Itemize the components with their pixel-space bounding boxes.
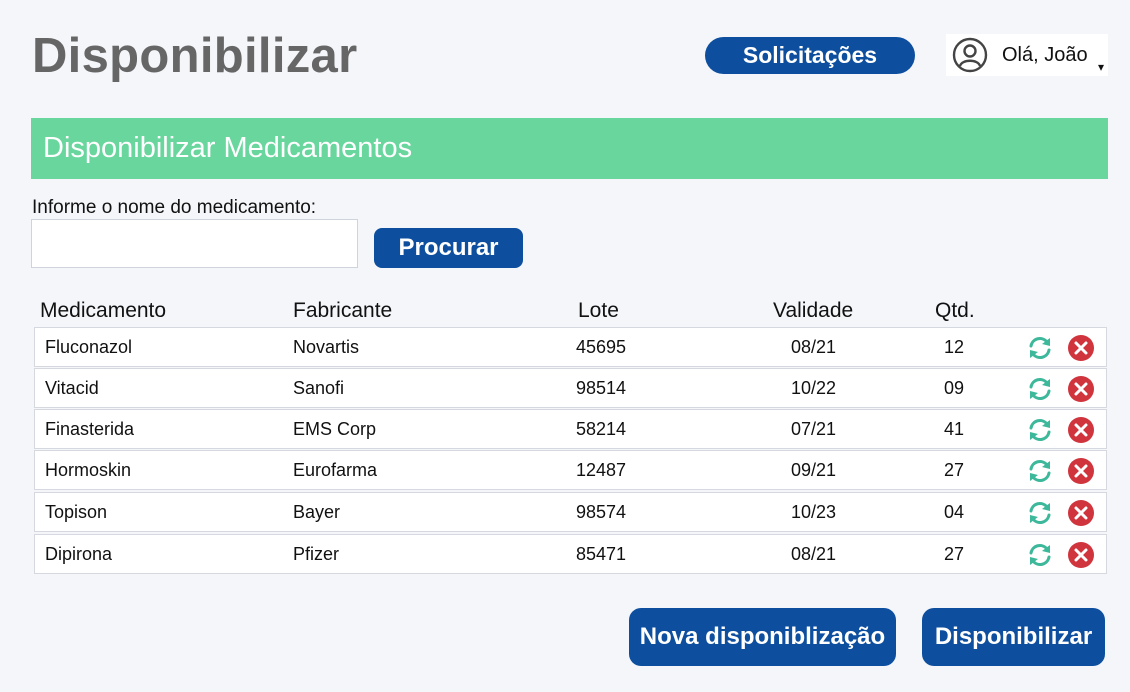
cell-validade: 09/21 (791, 460, 837, 480)
cell-fabricante: Sanofi (293, 378, 345, 398)
cell-validade: 10/22 (791, 378, 837, 398)
refresh-icon[interactable] (1026, 334, 1054, 362)
search-input[interactable] (31, 219, 358, 268)
delete-icon[interactable] (1067, 375, 1095, 403)
delete-icon[interactable] (1067, 416, 1095, 444)
refresh-icon[interactable] (1026, 541, 1054, 569)
refresh-icon[interactable] (1026, 375, 1054, 403)
chevron-down-icon: ▾ (1097, 60, 1104, 74)
cell-medicamento: Topison (45, 502, 108, 522)
cell-validade: 07/21 (791, 419, 837, 439)
page-title: Disponibilizar (32, 29, 358, 83)
cell-qtd: 04 (944, 502, 965, 522)
delete-icon[interactable] (1067, 499, 1095, 527)
cell-lote: 98574 (576, 502, 627, 522)
cell-validade: 08/21 (791, 337, 837, 357)
table-row: Hormoskin Eurofarma 12487 09/21 27 (34, 450, 1107, 490)
cell-fabricante: EMS Corp (293, 419, 377, 439)
cell-qtd: 27 (944, 544, 965, 564)
cell-fabricante: Novartis (293, 337, 360, 357)
refresh-icon[interactable] (1026, 416, 1054, 444)
cell-fabricante: Pfizer (293, 544, 340, 564)
search-button[interactable]: Procurar (374, 228, 523, 268)
column-header-validade: Validade (773, 299, 854, 322)
refresh-icon[interactable] (1026, 499, 1054, 527)
column-header-lote: Lote (578, 299, 619, 322)
table-row: Vitacid Sanofi 98514 10/22 09 (34, 368, 1107, 408)
cell-medicamento: Vitacid (45, 378, 99, 398)
cell-validade: 08/21 (791, 544, 837, 564)
cell-medicamento: Hormoskin (45, 460, 132, 480)
cell-qtd: 41 (944, 419, 965, 439)
table-row: Fluconazol Novartis 45695 08/21 12 (34, 327, 1107, 367)
make-available-button[interactable]: Disponibilizar (922, 608, 1105, 666)
section-banner: Disponibilizar Medicamentos (31, 118, 1108, 179)
cell-lote: 98514 (576, 378, 627, 398)
new-availability-button[interactable]: Nova disponiblização (629, 608, 896, 666)
cell-qtd: 09 (944, 378, 965, 398)
user-circle-icon (950, 35, 990, 75)
table-row: Topison Bayer 98574 10/23 04 (34, 492, 1107, 532)
cell-medicamento: Finasterida (45, 419, 135, 439)
cell-qtd: 12 (944, 337, 965, 357)
cell-fabricante: Eurofarma (293, 460, 378, 480)
column-header-medicamento: Medicamento (40, 299, 167, 322)
section-title: Disponibilizar Medicamentos (43, 132, 413, 164)
solicitacoes-button[interactable]: Solicitações (705, 37, 915, 74)
cell-qtd: 27 (944, 460, 965, 480)
table-row: Dipirona Pfizer 85471 08/21 27 (34, 534, 1107, 574)
delete-icon[interactable] (1067, 334, 1095, 362)
cell-lote: 85471 (576, 544, 627, 564)
refresh-icon[interactable] (1026, 457, 1054, 485)
cell-lote: 58214 (576, 419, 627, 439)
delete-icon[interactable] (1067, 541, 1095, 569)
cell-medicamento: Fluconazol (45, 337, 133, 357)
cell-lote: 12487 (576, 460, 627, 480)
search-label: Informe o nome do medicamento: (32, 197, 317, 218)
cell-fabricante: Bayer (293, 502, 341, 522)
table-row: Finasterida EMS Corp 58214 07/21 41 (34, 409, 1107, 449)
cell-lote: 45695 (576, 337, 627, 357)
column-header-fabricante: Fabricante (293, 299, 393, 322)
user-menu[interactable]: Olá, João ▾ (946, 34, 1108, 76)
delete-icon[interactable] (1067, 457, 1095, 485)
user-greeting: Olá, João (1002, 43, 1088, 66)
cell-medicamento: Dipirona (45, 544, 113, 564)
column-header-qtd: Qtd. (935, 299, 975, 322)
cell-validade: 10/23 (791, 502, 837, 522)
